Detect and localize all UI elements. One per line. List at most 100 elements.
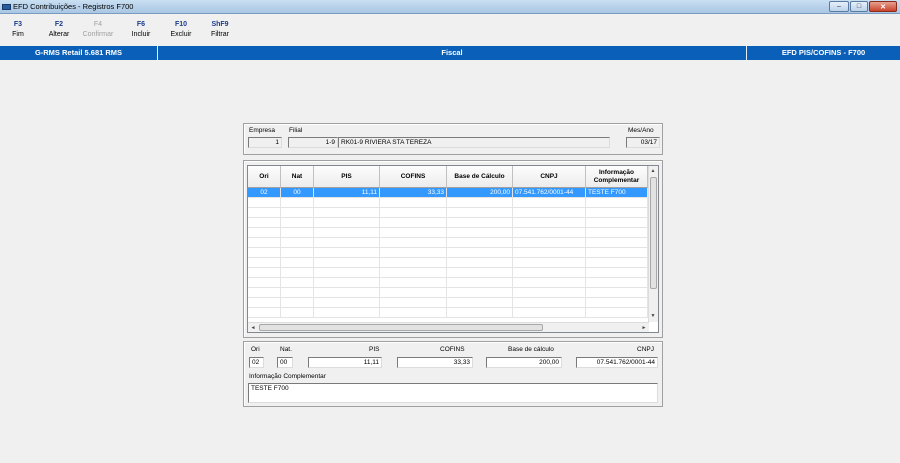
scroll-down-icon[interactable]: ▼ <box>649 312 657 320</box>
empty-cell <box>380 268 447 278</box>
empty-cell <box>380 258 447 268</box>
empty-cell <box>380 218 447 228</box>
vertical-scrollbar[interactable]: ▲ ▼ <box>648 166 658 322</box>
empty-cell <box>314 218 380 228</box>
empty-cell <box>380 298 447 308</box>
cnpj-label: CNPJ <box>637 346 654 353</box>
empty-cell <box>513 308 586 318</box>
empty-cell <box>447 258 513 268</box>
fim-key: F3 <box>13 21 23 28</box>
scroll-up-icon[interactable]: ▲ <box>649 167 657 175</box>
window-title: EFD Contribuições - Registros F700 <box>13 2 134 11</box>
empty-cell <box>513 258 586 268</box>
empty-cell <box>248 218 281 228</box>
col-header-nat[interactable]: Nat <box>281 166 314 188</box>
cell-cofins: 33,33 <box>380 188 447 198</box>
empty-row[interactable] <box>248 258 649 268</box>
empty-cell <box>513 278 586 288</box>
empty-cell <box>281 218 314 228</box>
empty-cell <box>314 208 380 218</box>
minimize-button[interactable]: – <box>829 1 849 12</box>
screen-name: EFD PIS/COFINS - F700 <box>781 48 866 57</box>
cell-base: 200,00 <box>447 188 513 198</box>
empty-cell <box>447 308 513 318</box>
function-key-toolbar: F3 Fim F2 Alterar F4 Confirmar F6 Inclui… <box>0 14 900 45</box>
empty-cell <box>513 228 586 238</box>
empty-cell <box>281 248 314 258</box>
empty-cell <box>281 288 314 298</box>
cnpj-field[interactable]: 07.541.762/0001-44 <box>576 357 658 368</box>
empty-row[interactable] <box>248 228 649 238</box>
scroll-left-icon[interactable]: ◄ <box>249 324 257 332</box>
empty-cell <box>248 258 281 268</box>
col-header-info[interactable]: Informação Complementar <box>586 166 648 188</box>
empty-cell <box>586 268 648 278</box>
col-header-base[interactable]: Base de Cálculo <box>447 166 513 188</box>
horizontal-scroll-thumb[interactable] <box>259 324 543 331</box>
empty-cell <box>281 268 314 278</box>
col-header-pis[interactable]: PIS <box>314 166 380 188</box>
maximize-button[interactable]: □ <box>850 1 868 12</box>
empty-cell <box>447 268 513 278</box>
ori-field[interactable]: 02 <box>249 357 264 368</box>
alterar-button[interactable]: F2 Alterar <box>41 20 77 40</box>
empty-cell <box>314 308 380 318</box>
empty-cell <box>281 198 314 208</box>
empty-cell <box>513 268 586 278</box>
incluir-button[interactable]: F6 Incluir <box>123 20 159 40</box>
empty-cell <box>248 268 281 278</box>
vertical-scroll-thumb[interactable] <box>650 177 657 289</box>
title-bar: EFD Contribuições - Registros F700 – □ ✕ <box>0 0 900 14</box>
table-row[interactable]: 02 00 11,11 33,33 200,00 07.541.762/0001… <box>248 188 649 198</box>
empty-cell <box>281 308 314 318</box>
empty-cell <box>281 298 314 308</box>
empty-cell <box>586 218 648 228</box>
empresa-field[interactable]: 1 <box>248 137 282 148</box>
filial-code-field[interactable]: 1-9 <box>288 137 338 148</box>
nat-field[interactable]: 00 <box>277 357 293 368</box>
empty-cell <box>586 248 648 258</box>
close-button[interactable]: ✕ <box>869 1 897 12</box>
empty-row[interactable] <box>248 198 649 208</box>
mesano-field[interactable]: 03/17 <box>626 137 660 148</box>
records-grid[interactable]: Ori Nat PIS COFINS Base de Cálculo CNPJ … <box>247 165 659 333</box>
empty-row[interactable] <box>248 218 649 228</box>
pis-field[interactable]: 11,11 <box>308 357 382 368</box>
base-field[interactable]: 200,00 <box>486 357 562 368</box>
empty-cell <box>281 278 314 288</box>
horizontal-scrollbar[interactable]: ◄ ► <box>248 322 649 332</box>
empty-cell <box>248 288 281 298</box>
empty-cell <box>513 298 586 308</box>
empty-row[interactable] <box>248 308 649 318</box>
filtrar-button[interactable]: ShF9 Filtrar <box>202 20 238 40</box>
confirmar-button[interactable]: F4 Confirmar <box>80 20 116 40</box>
info-field[interactable]: TESTE F700 <box>248 383 658 403</box>
empty-row[interactable] <box>248 268 649 278</box>
empty-cell <box>248 228 281 238</box>
empty-row[interactable] <box>248 288 649 298</box>
empty-row[interactable] <box>248 298 649 308</box>
empty-row[interactable] <box>248 248 649 258</box>
empty-cell <box>248 208 281 218</box>
empty-cell <box>380 278 447 288</box>
excluir-button[interactable]: F10 Excluir <box>163 20 199 40</box>
incluir-label: Incluir <box>131 31 151 38</box>
col-header-cnpj[interactable]: CNPJ <box>513 166 586 188</box>
filtrar-label: Filtrar <box>211 31 229 38</box>
pis-label: PIS <box>369 346 380 353</box>
empty-row[interactable] <box>248 208 649 218</box>
empty-row[interactable] <box>248 238 649 248</box>
scroll-right-icon[interactable]: ► <box>640 324 648 332</box>
fim-button[interactable]: F3 Fim <box>0 20 36 40</box>
empty-cell <box>281 258 314 268</box>
empty-cell <box>314 278 380 288</box>
col-header-ori[interactable]: Ori <box>248 166 281 188</box>
cofins-field[interactable]: 33,33 <box>397 357 473 368</box>
col-header-cofins[interactable]: COFINS <box>380 166 447 188</box>
cell-pis: 11,11 <box>314 188 380 198</box>
empty-cell <box>513 208 586 218</box>
empty-cell <box>513 198 586 208</box>
empty-cell <box>281 208 314 218</box>
empty-row[interactable] <box>248 278 649 288</box>
empty-cell <box>314 228 380 238</box>
